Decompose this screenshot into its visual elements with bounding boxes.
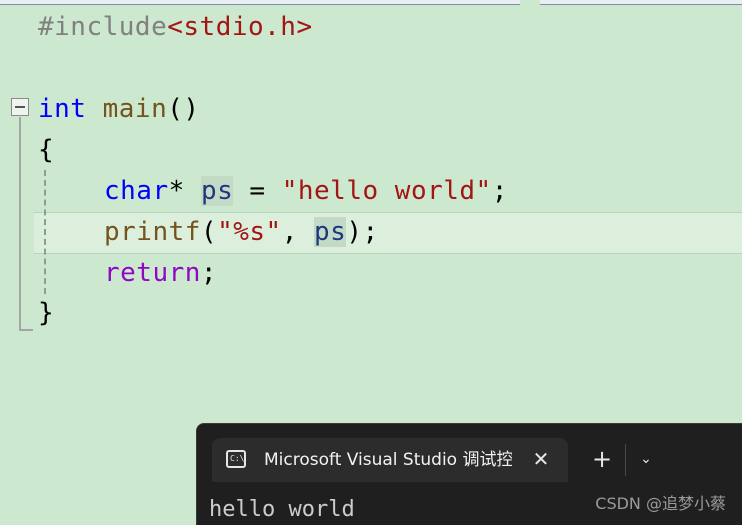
keyword-char: char bbox=[104, 176, 169, 206]
variable-ps: ps bbox=[200, 176, 234, 206]
new-tab-button[interactable]: + bbox=[587, 444, 617, 474]
pointer-star: * bbox=[168, 176, 185, 206]
code-line-6[interactable]: printf("%s", ps); bbox=[104, 212, 379, 252]
chevron-down-icon[interactable]: ⌄ bbox=[633, 446, 659, 472]
variable-ps: ps bbox=[314, 217, 347, 247]
tab-title: Microsoft Visual Studio 调试控制台 bbox=[264, 450, 512, 470]
code-line-4[interactable]: { bbox=[38, 130, 54, 170]
assign-operator: = bbox=[249, 176, 266, 206]
console-output: hello world bbox=[209, 497, 355, 522]
string-literal: "hello world" bbox=[281, 176, 492, 206]
code-line-8[interactable]: } bbox=[38, 293, 54, 333]
console-icon: C:\ bbox=[226, 450, 246, 468]
function-printf: printf bbox=[104, 217, 201, 247]
code-line-3[interactable]: int main() bbox=[38, 89, 200, 129]
open-paren: ( bbox=[200, 217, 218, 247]
function-name-main: main bbox=[102, 94, 168, 124]
close-paren-semicolon: ); bbox=[346, 217, 379, 247]
fold-region-end bbox=[19, 329, 33, 331]
indent-guide bbox=[44, 170, 46, 294]
include-header: <stdio.h> bbox=[167, 12, 313, 42]
format-string: "%s" bbox=[217, 217, 282, 247]
tab-separator bbox=[625, 444, 626, 476]
function-parens: () bbox=[167, 94, 200, 124]
keyword-return: return bbox=[104, 258, 201, 288]
close-icon[interactable]: ✕ bbox=[528, 446, 554, 472]
code-line-7[interactable]: return; bbox=[104, 253, 217, 293]
open-brace: { bbox=[38, 135, 55, 165]
watermark: CSDN @追梦小蔡 bbox=[595, 494, 726, 513]
preprocessor-directive: #include bbox=[38, 12, 168, 42]
comma: , bbox=[281, 217, 298, 247]
keyword-int: int bbox=[38, 94, 87, 124]
collapse-toggle-icon[interactable] bbox=[11, 98, 29, 116]
code-line-5[interactable]: char* ps = "hello world"; bbox=[104, 171, 508, 211]
fold-region-line bbox=[19, 117, 21, 331]
code-line-1[interactable]: #include<stdio.h> bbox=[38, 7, 313, 47]
semicolon: ; bbox=[491, 176, 508, 206]
terminal-tab[interactable]: C:\ Microsoft Visual Studio 调试控制台 ✕ bbox=[212, 438, 568, 482]
close-brace: } bbox=[38, 298, 55, 328]
semicolon: ; bbox=[200, 258, 218, 288]
